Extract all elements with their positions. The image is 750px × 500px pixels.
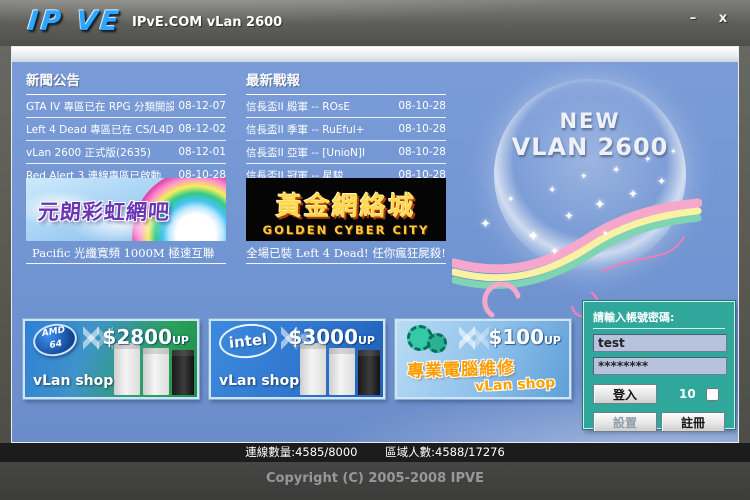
rainbow-cafe-title: 元朗彩虹網吧 [37, 200, 171, 224]
sparkle-icon: ✦ [602, 229, 609, 238]
rainbow-cafe-ad-banner[interactable]: 元朗彩虹網吧 [26, 178, 226, 241]
news-title: 新聞公告 [26, 69, 226, 95]
news-item-date: 08-12-01 [178, 146, 226, 158]
news-item[interactable]: Left 4 Dead 專區已在 CS/L4D 分類開設 08-12-02 [26, 118, 226, 141]
news-item[interactable]: GTA IV 專區已在 RPG 分類開設 08-12-07 [26, 95, 226, 118]
news-item-text: GTA IV 專區已在 RPG 分類開設 [26, 100, 175, 113]
battle-item-date: 08-10-28 [398, 123, 446, 135]
window-title: IPvE.COM vLan 2600 [132, 15, 283, 30]
sparkle-icon: ✦ [550, 245, 560, 258]
remember-checkbox[interactable] [705, 387, 719, 401]
login-panel: 請輸入帳號密碼: 登入 10 設置 註冊 [583, 301, 735, 432]
tower-graphic [143, 348, 169, 395]
region-count: 區域人數:4588/17276 [385, 445, 505, 459]
promo-line2: VLAN 2600 [511, 133, 669, 161]
login-button[interactable]: 登入 [593, 384, 657, 404]
main-content: NEW VLAN 2600 ✦ ✦ ✦ ✦ ✦ ✦ ✦ ✦ ✦ ✦ ✦ ✦ ✦ [11, 46, 739, 443]
sparkle-icon: ✦ [594, 197, 606, 213]
battle-report-item[interactable]: 信長盃II 殿軍 -- ROsE 08-10-28 [246, 95, 446, 118]
sparkle-icon: ✦ [657, 175, 667, 188]
login-row2: 設置 註冊 [593, 412, 725, 432]
shop-banner-amd[interactable]: AMD 64 $2800UP vLan shop [23, 319, 199, 399]
promo-graphic: NEW VLAN 2600 ✦ ✦ ✦ ✦ ✦ ✦ ✦ ✦ ✦ ✦ ✦ ✦ ✦ [452, 57, 738, 337]
price-label: $3000UP [288, 325, 375, 349]
login-row: 登入 10 [593, 384, 725, 404]
sparkle-icon: ✦ [612, 165, 621, 176]
intel-logo: intel [217, 321, 279, 361]
close-button[interactable]: x [712, 10, 734, 28]
sparkle-icon: ✦ [644, 155, 652, 165]
battle-item-date: 08-10-28 [398, 100, 446, 112]
title-bar: IP VE IPvE.COM vLan 2600 – x [0, 0, 750, 46]
price-label: $2800UP [102, 325, 189, 349]
tower-graphic [358, 350, 380, 395]
gear-graphic [427, 333, 447, 353]
computer-towers-graphic [300, 343, 380, 395]
username-input[interactable] [593, 334, 727, 352]
tower-graphic [114, 343, 140, 395]
sparkle-icon: ✦ [670, 147, 677, 156]
sparkle-icon: ✦ [628, 187, 639, 201]
battle-report-item[interactable]: 信長盃II 亞軍 -- [UnioN]I 08-10-28 [246, 141, 446, 164]
copyright-text: Copyright (C) 2005-2008 IPVE [266, 471, 484, 486]
sparkle-icon: ✦ [480, 217, 491, 232]
gears-icon [407, 325, 457, 359]
shop-banner-intel[interactable]: intel $3000UP vLan shop [209, 319, 385, 399]
computer-towers-graphic [114, 343, 194, 395]
minimize-button[interactable]: – [682, 10, 704, 28]
sparkle-icon: ✦ [507, 195, 515, 205]
battle-item-text: 信長盃II 亞軍 -- [UnioN]I [246, 146, 366, 159]
shop-label: vLan shop [219, 373, 300, 389]
tower-graphic [300, 343, 326, 395]
content-top-highlight [12, 47, 738, 62]
app-logo: IP VE [26, 6, 124, 37]
golden-city-title: 黃金網絡城 [275, 192, 417, 222]
rainbow-cafe-caption[interactable]: Pacific 光纖寬頻 1000M 極速互聯 [26, 243, 226, 264]
shop-banner-repair[interactable]: $100UP 專業電腦維修 vLan shop [395, 319, 571, 399]
sparkle-icon: ✦ [580, 172, 588, 182]
tower-graphic [329, 348, 355, 395]
news-section: 新聞公告 GTA IV 專區已在 RPG 分類開設 08-12-07 Left … [26, 69, 226, 187]
status-bar: 連線數量:4585/8000 區域人數:4588/17276 [0, 443, 750, 462]
register-button[interactable]: 註冊 [661, 412, 725, 432]
battle-item-text: 信長盃II 季軍 -- RuEful+ [246, 123, 365, 136]
tower-graphic [172, 350, 194, 395]
golden-cyber-city-ad-banner[interactable]: 黃金網絡城 GOLDEN CYBER CITY [246, 178, 446, 241]
battle-report-section: 最新戰報 信長盃II 殿軍 -- ROsE 08-10-28 信長盃II 季軍 … [246, 69, 446, 187]
connection-count: 連線數量:4585/8000 [245, 445, 358, 459]
battle-item-text: 信長盃II 殿軍 -- ROsE [246, 100, 350, 113]
shop-label: vLan shop [33, 373, 114, 389]
golden-city-subtitle: GOLDEN CYBER CITY [262, 223, 430, 237]
shop-label: vLan shop [474, 374, 556, 396]
news-item-date: 08-12-07 [178, 100, 226, 112]
sparkle-icon: ✦ [548, 185, 557, 196]
news-item[interactable]: vLan 2600 正式版(2635) 08-12-01 [26, 141, 226, 164]
price-label: $100UP [488, 325, 561, 349]
login-prompt: 請輸入帳號密碼: [593, 309, 725, 329]
news-item-text: Left 4 Dead 專區已在 CS/L4D 分類開設 [26, 123, 174, 136]
sparkle-icon: ✦ [564, 209, 575, 223]
promo-line1: NEW [559, 109, 621, 133]
amd-logo: AMD 64 [30, 321, 80, 360]
battle-report-item[interactable]: 信長盃II 季軍 -- RuEful+ 08-10-28 [246, 118, 446, 141]
battle-report-title: 最新戰報 [246, 69, 446, 95]
battle-item-date: 08-10-28 [398, 146, 446, 158]
chevron-graphic [473, 323, 489, 353]
password-input[interactable] [593, 357, 727, 375]
footer: Copyright (C) 2005-2008 IPVE [0, 462, 750, 500]
app-window: IP VE IPvE.COM vLan 2600 – x NEW VLAN 26… [0, 0, 750, 500]
golden-city-caption[interactable]: 全場已裝 Left 4 Dead! 任你瘋狂屍殺! [246, 243, 446, 264]
promo-text: NEW VLAN 2600 [494, 109, 686, 161]
news-item-text: vLan 2600 正式版(2635) [26, 146, 151, 159]
retry-count-label: 10 [679, 387, 696, 401]
sparkle-icon: ✦ [527, 227, 540, 245]
settings-button[interactable]: 設置 [593, 412, 657, 432]
news-item-date: 08-12-02 [178, 123, 226, 135]
